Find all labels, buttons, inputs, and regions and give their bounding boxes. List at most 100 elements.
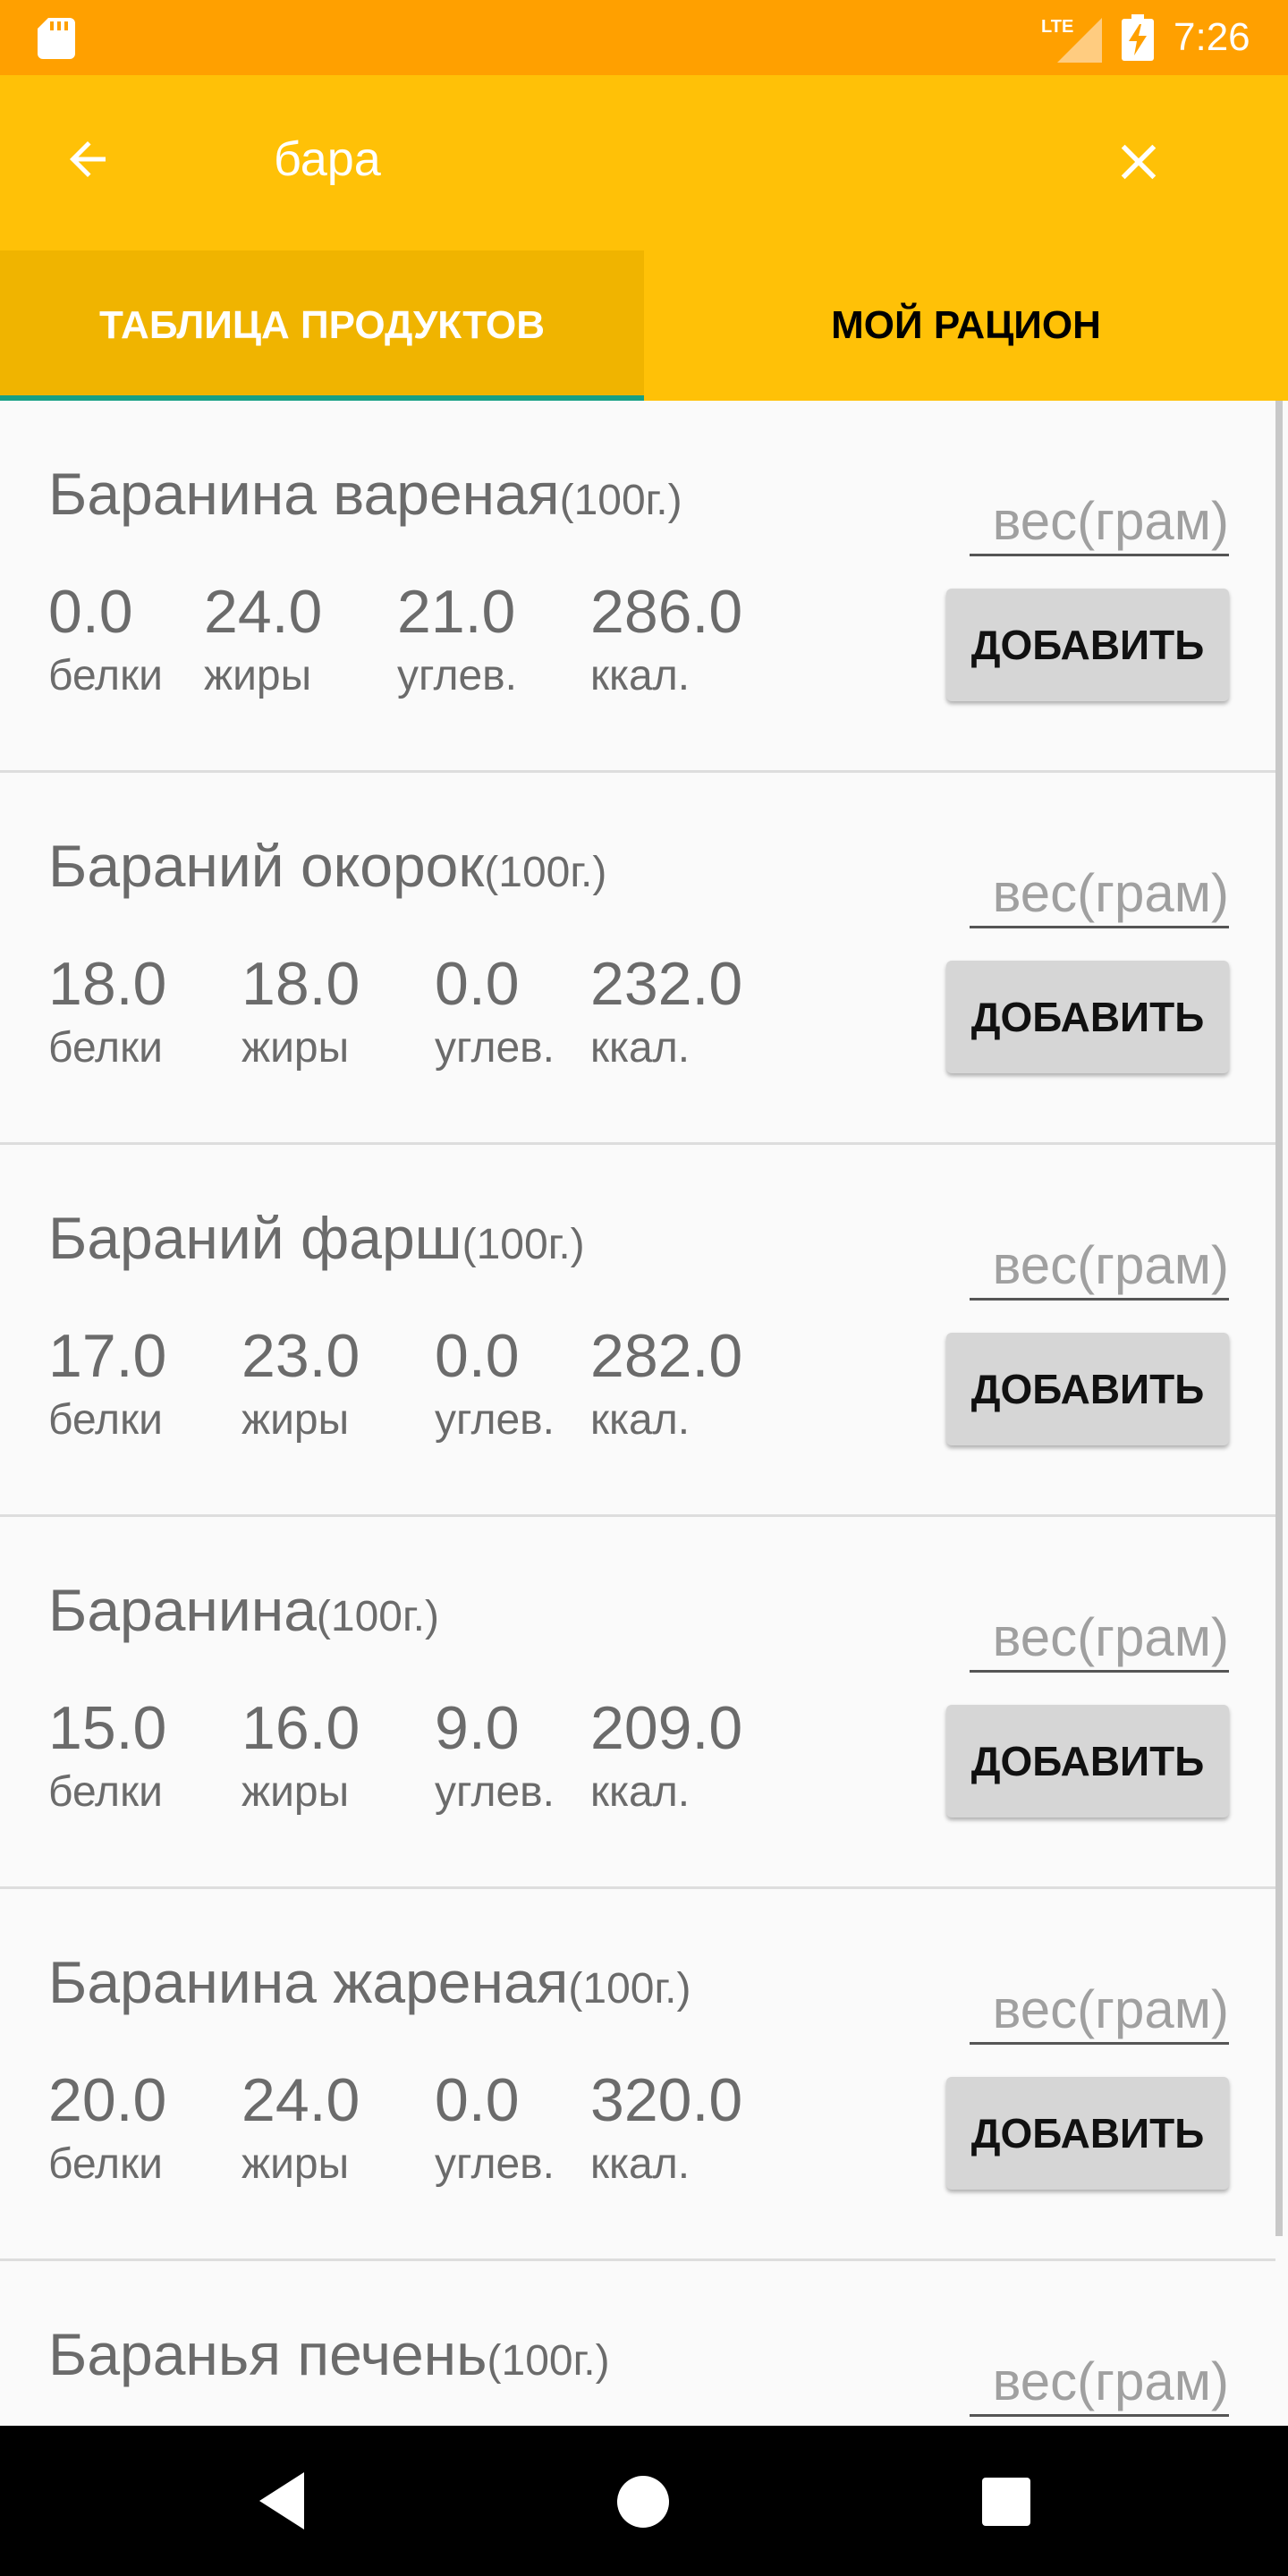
product-name: Баранина(100г.)	[48, 1577, 439, 1643]
sd-card-icon	[38, 18, 75, 59]
carbs-value: 0.0	[435, 1322, 520, 1390]
signal-icon: LTE	[1041, 17, 1102, 63]
add-button[interactable]: ДОБАВИТЬ	[946, 1333, 1229, 1445]
fat-value: 23.0	[242, 1322, 360, 1390]
kcal-label: ккал.	[590, 1024, 691, 1072]
protein-stat: 17.0 белки	[48, 1320, 166, 1445]
product-list[interactable]: Баранина вареная(100г.) 0.0 белки 24.0 жир…	[0, 401, 1288, 2426]
protein-stat: 18.0 белки	[48, 948, 166, 1073]
protein-value: 18.0	[48, 950, 167, 1018]
list-item: Баранина жареная(100г.) 20.0 белки 24.0 жи…	[0, 1889, 1275, 2261]
kcal-label: ккал.	[590, 1768, 691, 1816]
kcal-value: 232.0	[590, 950, 743, 1018]
protein-value: 0.0	[48, 578, 133, 646]
add-button[interactable]: ДОБАВИТЬ	[946, 2077, 1229, 2190]
fat-value: 24.0	[204, 578, 323, 646]
protein-value: 20.0	[48, 2066, 167, 2134]
clock: 7:26	[1174, 15, 1250, 59]
list-item: Бараний фарш(100г.) 17.0 белки 23.0 жиры 0…	[0, 1145, 1275, 1517]
kcal-value: 286.0	[590, 578, 743, 646]
kcal-value: 282.0	[590, 1322, 743, 1390]
clear-search-button[interactable]	[1100, 123, 1177, 200]
app-bar: бара	[0, 75, 1288, 250]
kcal-label: ккал.	[590, 2140, 691, 2188]
protein-label: белки	[48, 652, 163, 699]
nav-back-icon[interactable]	[250, 2467, 318, 2535]
kcal-value: 320.0	[590, 2066, 743, 2134]
fat-label: жиры	[242, 1396, 350, 1444]
list-item: Баранина вареная(100г.) 0.0 белки 24.0 жир…	[0, 401, 1275, 773]
carbs-stat: 0.0 углев.	[435, 1320, 555, 1445]
fat-value: 24.0	[242, 2066, 360, 2134]
unit-label: (100г.)	[484, 849, 607, 896]
product-name: Баранина вареная(100г.)	[48, 461, 682, 527]
fat-stat: 18.0 жиры	[242, 948, 360, 1073]
kcal-label: ккал.	[590, 652, 691, 699]
weight-input[interactable]	[970, 860, 1229, 928]
protein-label: белки	[48, 1024, 163, 1072]
product-name: Баранина жареная(100г.)	[48, 1949, 691, 2015]
nav-recents-icon[interactable]	[982, 2478, 1030, 2526]
carbs-label: углев.	[435, 1024, 555, 1072]
product-name: Баранья печень(100г.)	[48, 2321, 610, 2387]
fat-stat: 23.0 жиры	[242, 1320, 360, 1445]
kcal-stat: 286.0 ккал.	[590, 576, 742, 701]
search-input[interactable]: бара	[274, 132, 381, 186]
unit-label: (100г.)	[568, 1965, 691, 2012]
protein-value: 15.0	[48, 1694, 167, 1762]
weight-input[interactable]	[970, 1605, 1229, 1673]
nav-home-icon[interactable]	[617, 2476, 669, 2528]
weight-input[interactable]	[970, 1977, 1229, 2045]
navigation-bar	[0, 2426, 1288, 2576]
list-item: Баранья печень(100г.)	[0, 2261, 1275, 2426]
list-item: Бараний окорок(100г.) 18.0 белки 18.0 жиры…	[0, 773, 1275, 1145]
add-button[interactable]: ДОБАВИТЬ	[946, 1705, 1229, 1818]
carbs-stat: 0.0 углев.	[435, 2064, 555, 2190]
protein-label: белки	[48, 2140, 163, 2188]
kcal-stat: 209.0 ккал.	[590, 1692, 742, 1818]
carbs-value: 21.0	[397, 578, 516, 646]
tab-bar: ТАБЛИЦА ПРОДУКТОВ МОЙ РАЦИОН	[0, 250, 1288, 401]
product-name: Бараний фарш(100г.)	[48, 1205, 585, 1271]
weight-input[interactable]	[970, 488, 1229, 556]
fat-label: жиры	[204, 652, 312, 699]
back-button[interactable]	[52, 123, 123, 195]
fat-label: жиры	[242, 1768, 350, 1816]
carbs-stat: 0.0 углев.	[435, 948, 555, 1073]
unit-label: (100г.)	[462, 1221, 585, 1268]
fat-stat: 24.0 жиры	[242, 2064, 360, 2190]
fat-value: 16.0	[242, 1694, 360, 1762]
tab-my-diet[interactable]: МОЙ РАЦИОН	[644, 250, 1288, 401]
close-icon	[1121, 144, 1157, 180]
carbs-value: 0.0	[435, 2066, 520, 2134]
carbs-label: углев.	[397, 652, 517, 699]
add-button[interactable]: ДОБАВИТЬ	[946, 589, 1229, 701]
fat-stat: 16.0 жиры	[242, 1692, 360, 1818]
weight-input[interactable]	[970, 1233, 1229, 1301]
weight-input[interactable]	[970, 2349, 1229, 2417]
kcal-label: ккал.	[590, 1396, 691, 1444]
unit-label: (100г.)	[316, 1593, 439, 1640]
fat-value: 18.0	[242, 950, 360, 1018]
carbs-stat: 21.0 углев.	[397, 576, 517, 701]
tab-product-table[interactable]: ТАБЛИЦА ПРОДУКТОВ	[0, 250, 644, 401]
fat-label: жиры	[242, 2140, 350, 2188]
carbs-value: 0.0	[435, 950, 520, 1018]
kcal-value: 209.0	[590, 1694, 743, 1762]
protein-stat: 15.0 белки	[48, 1692, 166, 1818]
protein-value: 17.0	[48, 1322, 167, 1390]
fat-stat: 24.0 жиры	[204, 576, 322, 701]
list-item: Баранина(100г.) 15.0 белки 16.0 жиры 9.0 уг…	[0, 1517, 1275, 1889]
battery-charging-icon	[1122, 14, 1154, 61]
carbs-label: углев.	[435, 1768, 555, 1816]
fat-label: жиры	[242, 1024, 350, 1072]
kcal-stat: 320.0 ккал.	[590, 2064, 742, 2190]
kcal-stat: 232.0 ккал.	[590, 948, 742, 1073]
add-button[interactable]: ДОБАВИТЬ	[946, 961, 1229, 1073]
scrollbar[interactable]	[1275, 401, 1283, 2236]
kcal-stat: 282.0 ккал.	[590, 1320, 742, 1445]
carbs-label: углев.	[435, 2140, 555, 2188]
status-bar: LTE 7:26	[0, 0, 1288, 75]
unit-label: (100г.)	[559, 477, 682, 524]
carbs-value: 9.0	[435, 1694, 520, 1762]
